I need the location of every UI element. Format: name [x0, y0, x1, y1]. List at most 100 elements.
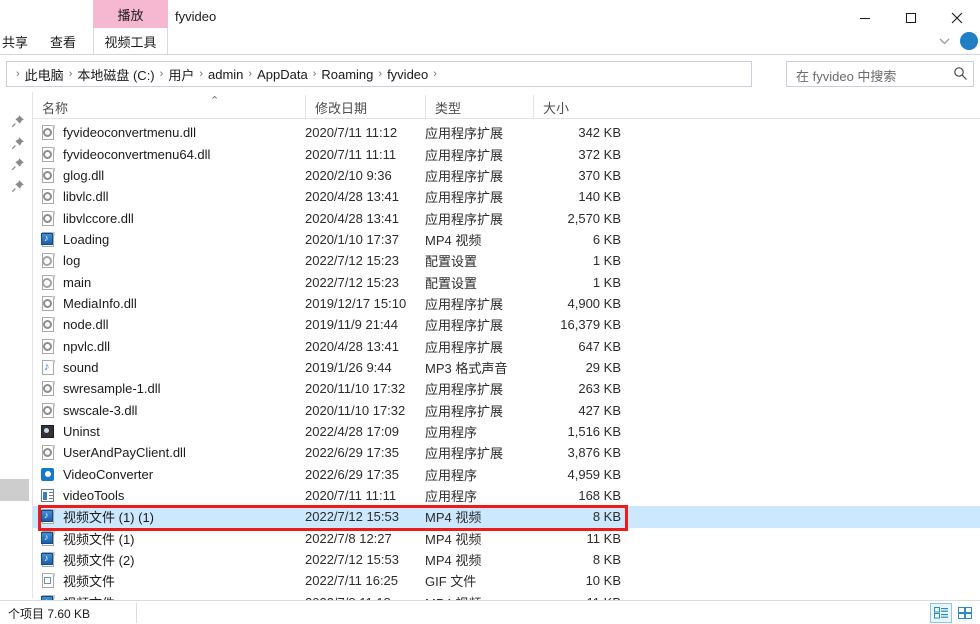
file-name-cell[interactable]: npvlc.dll — [41, 338, 110, 354]
table-row[interactable]: MediaInfo.dll 2019/12/17 15:10 应用程序扩展 4,900… — [33, 293, 980, 314]
table-row[interactable]: videoTools 2020/7/11 11:11 应用程序 168 KB — [33, 485, 980, 506]
navigation-pane-scrollbar[interactable] — [0, 479, 29, 501]
file-name-cell[interactable]: ♪ sound — [41, 359, 98, 375]
column-header-type[interactable]: 类型 — [425, 95, 533, 119]
file-date-cell: 2020/11/10 17:32 — [305, 381, 406, 397]
table-row[interactable]: 视频文件 2022/7/11 16:25 GIF 文件 10 KB — [33, 570, 980, 591]
table-row[interactable]: main 2022/7/12 15:23 配置设置 1 KB — [33, 271, 980, 292]
file-name-cell[interactable]: Uninst — [41, 424, 100, 439]
file-name-cell[interactable]: 视频文件 — [41, 571, 115, 590]
dll-file-icon — [41, 317, 56, 333]
file-name-cell[interactable]: main — [41, 274, 91, 290]
navigation-pane[interactable] — [0, 92, 33, 598]
file-size-cell: 342 KB — [578, 125, 621, 141]
file-name-cell[interactable]: ♪ 视频文件 (1) (1) — [41, 507, 154, 526]
contextual-tool-group-label[interactable]: 播放 — [93, 0, 168, 28]
file-name-cell[interactable]: VideoConverter — [41, 467, 153, 482]
file-date-cell: 2022/7/12 15:53 — [305, 552, 399, 568]
file-date-cell: 2020/4/28 13:41 — [305, 189, 399, 205]
pin-icon[interactable] — [11, 157, 25, 171]
table-row[interactable]: swscale-3.dll 2020/11/10 17:32 应用程序扩展 427 K… — [33, 399, 980, 420]
breadcrumb-item-2[interactable]: 用户 — [168, 65, 194, 84]
tab-view[interactable]: 查看 — [40, 28, 86, 54]
dll-file-icon — [41, 189, 56, 205]
table-row[interactable]: log 2022/7/12 15:23 配置设置 1 KB — [33, 250, 980, 271]
table-row[interactable]: fyvideoconvertmenu64.dll 2020/7/11 11:11 应… — [33, 143, 980, 164]
file-type-cell: 应用程序扩展 — [425, 168, 504, 184]
table-row[interactable]: glog.dll 2020/2/10 9:36 应用程序扩展 370 KB — [33, 165, 980, 186]
pin-icon[interactable] — [11, 136, 25, 150]
table-row[interactable]: libvlc.dll 2020/4/28 13:41 应用程序扩展 140 KB — [33, 186, 980, 207]
file-date-cell: 2022/7/12 15:53 — [305, 509, 399, 525]
file-size-cell: 2,570 KB — [567, 210, 622, 226]
file-size-cell: 370 KB — [578, 167, 621, 183]
file-list[interactable]: fyvideoconvertmenu.dll 2020/7/11 11:12 应用程… — [33, 119, 980, 603]
dll-file-icon — [41, 445, 56, 461]
file-name-cell[interactable]: MediaInfo.dll — [41, 295, 137, 311]
table-row[interactable]: node.dll 2019/11/9 21:44 应用程序扩展 16,379 KB — [33, 314, 980, 335]
file-name-cell[interactable]: fyvideoconvertmenu.dll — [41, 125, 196, 141]
breadcrumb-item-6[interactable]: fyvideo — [387, 67, 428, 82]
column-header-date[interactable]: 修改日期 — [305, 95, 425, 119]
large-icons-view-icon[interactable] — [954, 603, 976, 623]
search-icon[interactable] — [953, 66, 968, 86]
file-size-cell: 647 KB — [578, 338, 621, 354]
table-row[interactable]: ♪ 视频文件 (1) 2022/7/8 12:27 MP4 视频 11 KB — [33, 528, 980, 549]
file-name-cell[interactable]: videoTools — [41, 488, 124, 503]
table-row[interactable]: ♪ sound 2019/1/26 9:44 MP3 格式声音 29 KB — [33, 357, 980, 378]
file-size-cell: 4,900 KB — [567, 295, 622, 311]
file-date-cell: 2020/7/11 11:11 — [305, 146, 397, 162]
file-name-cell[interactable]: ♪ 视频文件 (2) — [41, 550, 135, 569]
tab-video-tools[interactable]: 视频工具 — [93, 28, 168, 54]
file-name-cell[interactable]: swresample-1.dll — [41, 381, 161, 397]
pin-icon[interactable] — [11, 179, 25, 193]
application-file-icon — [41, 488, 56, 503]
file-name-cell[interactable]: UserAndPayClient.dll — [41, 445, 186, 461]
help-button[interactable] — [956, 32, 978, 52]
table-row[interactable]: fyvideoconvertmenu.dll 2020/7/11 11:12 应用程… — [33, 122, 980, 143]
breadcrumb-item-1[interactable]: 本地磁盘 (C:) — [77, 65, 154, 84]
file-name-cell[interactable]: libvlc.dll — [41, 189, 109, 205]
column-header-size[interactable]: 大小 — [533, 95, 627, 119]
file-name-cell[interactable]: fyvideoconvertmenu64.dll — [41, 146, 210, 162]
file-explorer-window: 播放 fyvideo 共享 查看 视频工具 › 此电脑 › 本地磁盘 (C:) › 用户 ›… — [0, 0, 980, 624]
breadcrumb-item-4[interactable]: AppData — [257, 67, 308, 82]
file-name-cell[interactable]: node.dll — [41, 317, 109, 333]
table-row[interactable]: UserAndPayClient.dll 2022/6/29 17:35 应用程序扩… — [33, 442, 980, 463]
file-name-cell[interactable]: libvlccore.dll — [41, 210, 134, 226]
breadcrumb-item-0[interactable]: 此电脑 — [25, 65, 64, 84]
tab-share[interactable]: 共享 — [0, 28, 38, 54]
breadcrumb[interactable]: › 此电脑 › 本地磁盘 (C:) › 用户 › admin › AppData › Roaming ›… — [6, 61, 752, 87]
table-row[interactable]: ♪ 视频文件 (1) (1) 2022/7/12 15:53 MP4 视频 8 KB — [33, 506, 980, 528]
file-size-cell: 140 KB — [578, 189, 621, 205]
pin-icon[interactable] — [11, 114, 25, 128]
file-type-cell: 应用程序 — [425, 424, 478, 440]
breadcrumb-item-5[interactable]: Roaming — [321, 67, 373, 82]
breadcrumb-separator[interactable]: › — [428, 68, 442, 80]
file-name-label: libvlc.dll — [63, 189, 109, 205]
gif-file-icon — [41, 573, 56, 589]
table-row[interactable]: ♪ 视频文件 (2) 2022/7/12 15:53 MP4 视频 8 KB — [33, 549, 980, 570]
file-name-cell[interactable]: glog.dll — [41, 167, 104, 183]
file-name-cell[interactable]: swscale-3.dll — [41, 402, 137, 418]
file-date-cell: 2022/7/8 12:27 — [305, 530, 392, 546]
table-row[interactable]: npvlc.dll 2020/4/28 13:41 应用程序扩展 647 KB — [33, 335, 980, 356]
table-row[interactable]: libvlccore.dll 2020/4/28 13:41 应用程序扩展 2,570… — [33, 207, 980, 228]
file-type-cell: 应用程序扩展 — [425, 339, 504, 355]
file-date-cell: 2022/7/12 15:23 — [305, 253, 399, 269]
table-row[interactable]: ♪ Loading 2020/1/10 17:37 MP4 视频 6 KB — [33, 229, 980, 250]
chevron-down-icon[interactable] — [934, 32, 954, 50]
file-name-cell[interactable]: ♪ 视频文件 (1) — [41, 529, 135, 548]
file-name-cell[interactable]: ♪ Loading — [41, 231, 109, 247]
table-row[interactable]: VideoConverter 2022/6/29 17:35 应用程序 4,959 K… — [33, 464, 980, 485]
table-row[interactable]: Uninst 2022/4/28 17:09 应用程序 1,516 KB — [33, 421, 980, 442]
file-name-label: videoTools — [63, 488, 125, 504]
file-name-label: node.dll — [63, 317, 109, 333]
table-row[interactable]: swresample-1.dll 2020/11/10 17:32 应用程序扩展 26… — [33, 378, 980, 399]
file-date-cell: 2020/2/10 9:36 — [305, 167, 392, 183]
column-header-name[interactable]: 名称 — [33, 95, 305, 119]
details-view-icon[interactable] — [930, 603, 952, 623]
breadcrumb-item-3[interactable]: admin — [208, 67, 243, 82]
search-input[interactable]: 在 fyvideo 中搜索 — [786, 61, 974, 87]
file-name-cell[interactable]: log — [41, 253, 80, 269]
